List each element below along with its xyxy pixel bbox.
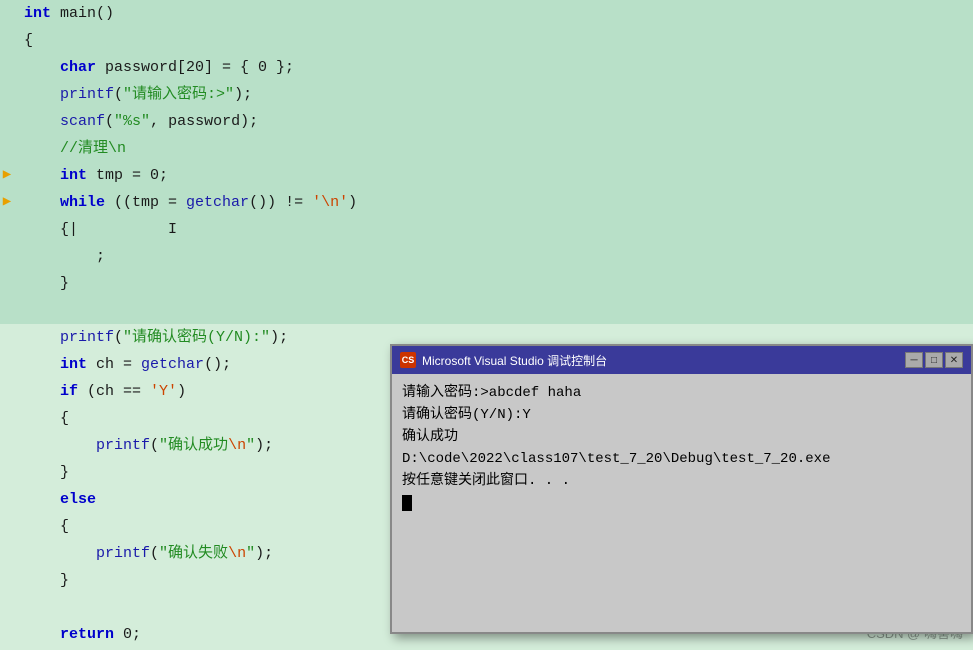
console-title: Microsoft Visual Studio 调试控制台 [422,352,899,369]
line-content: return 0; [14,621,141,648]
code-line [0,297,973,324]
line-content: } [14,459,69,486]
console-line: D:\code\2022\class107\test_7_20\Debug\te… [402,448,961,470]
code-line: ; [0,243,973,270]
line-content: printf("确认失败\n"); [14,540,273,567]
console-line: 请输入密码:>abcdef haha [402,382,961,404]
console-controls: ─ □ ✕ [905,352,963,368]
console-body: 请输入密码:>abcdef haha请确认密码(Y/N):Y确认成功D:\cod… [392,374,971,632]
line-content: printf("请确认密码(Y/N):"); [14,324,288,351]
console-line: 按任意键关闭此窗口. . . [402,470,961,492]
line-content: { [14,513,69,540]
console-cursor-line [402,492,961,514]
console-close-button[interactable]: ✕ [945,352,963,368]
main-container: int main(){ char password[20] = { 0 }; p… [0,0,973,650]
console-line: 请确认密码(Y/N):Y [402,404,961,426]
console-line: 确认成功 [402,426,961,448]
code-line: char password[20] = { 0 }; [0,54,973,81]
line-content: char password[20] = { 0 }; [14,54,294,81]
line-content: int tmp = 0; [14,162,168,189]
line-content: { [14,405,69,432]
line-content: printf("请输入密码:>"); [14,81,252,108]
code-line: ▶ int tmp = 0; [0,162,973,189]
code-line: } [0,270,973,297]
line-content: scanf("%s", password); [14,108,258,135]
console-window[interactable]: CS Microsoft Visual Studio 调试控制台 ─ □ ✕ 请… [390,344,973,634]
code-line: //清理\n [0,135,973,162]
console-titlebar: CS Microsoft Visual Studio 调试控制台 ─ □ ✕ [392,346,971,374]
code-line: printf("请输入密码:>"); [0,81,973,108]
code-line: int main() [0,0,973,27]
code-line: {| I [0,216,973,243]
console-cursor [402,495,412,511]
line-content: {| I [14,216,177,243]
console-app-icon: CS [400,352,416,368]
line-content: //清理\n [14,135,126,162]
line-gutter: ▶ [0,162,14,189]
line-content: } [14,270,69,297]
code-line: scanf("%s", password); [0,108,973,135]
console-minimize-button[interactable]: ─ [905,352,923,368]
line-gutter: ▶ [0,189,14,216]
code-line: { [0,27,973,54]
line-content: else [14,486,96,513]
line-content: printf("确认成功\n"); [14,432,273,459]
line-content: ; [14,243,105,270]
line-content: } [14,567,69,594]
line-content: if (ch == 'Y') [14,378,186,405]
console-maximize-button[interactable]: □ [925,352,943,368]
line-content: int main() [14,0,114,27]
line-content: while ((tmp = getchar()) != '\n') [14,189,357,216]
code-line: ▶ while ((tmp = getchar()) != '\n') [0,189,973,216]
line-content: int ch = getchar(); [14,351,231,378]
line-content: { [14,27,33,54]
